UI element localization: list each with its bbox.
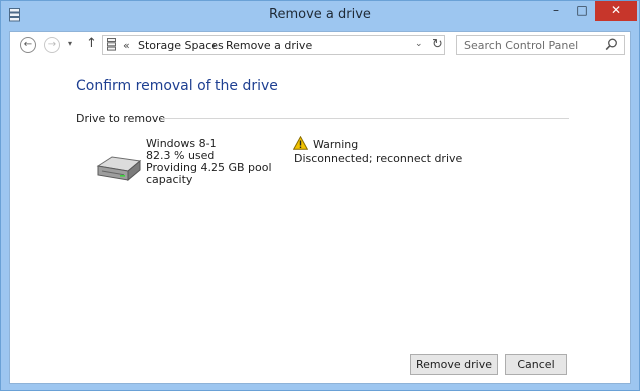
warning-icon bbox=[293, 136, 308, 150]
minimize-button[interactable]: – bbox=[543, 1, 569, 21]
section-divider bbox=[162, 118, 569, 119]
hard-drive-icon bbox=[96, 156, 142, 182]
refresh-button[interactable]: ↻ bbox=[432, 37, 443, 52]
remove-drive-window: Remove a drive – □ ✕ ← → ▾ ↑ « Storage S… bbox=[0, 0, 640, 391]
status-label: Warning bbox=[313, 138, 359, 151]
drive-capacity-continued: capacity bbox=[146, 173, 193, 186]
storage-spaces-icon bbox=[107, 38, 116, 51]
search-placeholder: Search Control Panel bbox=[464, 39, 579, 52]
breadcrumb-remove-a-drive[interactable]: Remove a drive bbox=[226, 39, 312, 52]
drive-details: Windows 8-1 82.3 % used Providing 4.25 G… bbox=[146, 138, 276, 186]
window-content: ← → ▾ ↑ « Storage Spaces ▸ Remove a driv… bbox=[9, 31, 631, 384]
up-button[interactable]: ↑ bbox=[86, 36, 97, 51]
back-button[interactable]: ← bbox=[20, 37, 36, 53]
page-title: Confirm removal of the drive bbox=[76, 78, 278, 94]
breadcrumb-storage-spaces[interactable]: Storage Spaces bbox=[138, 39, 224, 52]
cancel-button[interactable]: Cancel bbox=[505, 354, 567, 375]
forward-button[interactable]: → bbox=[44, 37, 60, 53]
maximize-button[interactable]: □ bbox=[569, 1, 595, 21]
remove-drive-button[interactable]: Remove drive bbox=[410, 354, 498, 375]
section-label: Drive to remove bbox=[76, 112, 166, 125]
search-input[interactable]: Search Control Panel bbox=[456, 35, 625, 55]
title-bar[interactable]: Remove a drive – □ ✕ bbox=[1, 1, 639, 30]
close-button[interactable]: ✕ bbox=[595, 1, 637, 21]
address-dropdown-button[interactable]: ⌄ bbox=[415, 39, 423, 49]
status-text: Disconnected; reconnect drive bbox=[294, 152, 463, 165]
address-bar[interactable]: « Storage Spaces ▸ Remove a drive ⌄ ↻ bbox=[102, 35, 445, 55]
navigation-bar: ← → ▾ ↑ « Storage Spaces ▸ Remove a driv… bbox=[10, 32, 630, 58]
breadcrumb-separator[interactable]: ▸ bbox=[213, 41, 217, 50]
recent-locations-button[interactable]: ▾ bbox=[68, 39, 72, 48]
search-icon[interactable] bbox=[605, 38, 618, 51]
overflow-chevron[interactable]: « bbox=[123, 39, 130, 52]
